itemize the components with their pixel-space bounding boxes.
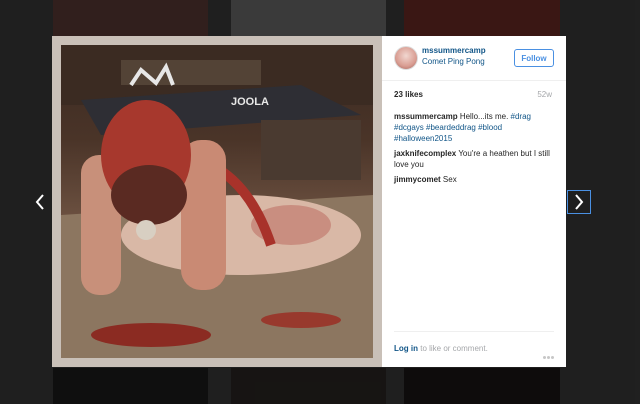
- avatar[interactable]: [394, 46, 418, 70]
- comment-text: Sex: [442, 175, 457, 184]
- chevron-right-icon[interactable]: [567, 190, 591, 214]
- comment-item: mssummercamp Hello...its me. #drag #dcga…: [394, 111, 554, 144]
- hashtag-link[interactable]: #dcgays: [394, 123, 424, 132]
- hashtag-link[interactable]: #beardeddrag: [426, 123, 476, 132]
- likes-count[interactable]: 23 likes: [394, 90, 423, 99]
- post-age[interactable]: 52w: [537, 90, 552, 99]
- login-prompt-text: to like or comment.: [418, 344, 488, 353]
- post-sidebar: mssummercamp Comet Ping Pong Follow 23 l…: [382, 36, 566, 367]
- login-link[interactable]: Log in: [394, 344, 418, 353]
- comment-text: Hello...its me.: [459, 112, 511, 121]
- comment-username[interactable]: jaxknifecomplex: [394, 149, 456, 158]
- post-modal: JOOLA mssummercamp Comet Ping Pong Follo…: [52, 36, 566, 367]
- photo-frame: JOOLA: [52, 36, 382, 367]
- comment-item: jimmycomet Sex: [394, 174, 554, 185]
- comment-item: jaxknifecomplex You're a heathen but I s…: [394, 148, 554, 170]
- comment-username[interactable]: mssummercamp: [394, 112, 458, 121]
- table-sign: JOOLA: [231, 96, 269, 108]
- post-footer: Log in to like or comment.: [394, 331, 554, 359]
- chevron-left-icon[interactable]: [29, 191, 51, 213]
- follow-button[interactable]: Follow: [514, 49, 554, 67]
- comments-list: mssummercamp Hello...its me. #drag #dcga…: [394, 111, 554, 189]
- hashtag-link[interactable]: #blood: [478, 123, 502, 132]
- post-username[interactable]: mssummercamp: [422, 46, 486, 55]
- login-prompt: Log in to like or comment.: [394, 344, 488, 353]
- post-location[interactable]: Comet Ping Pong: [422, 57, 485, 66]
- post-photo[interactable]: JOOLA: [61, 45, 373, 358]
- hashtag-link[interactable]: #drag: [511, 112, 531, 121]
- post-header: mssummercamp Comet Ping Pong Follow: [382, 36, 566, 81]
- more-options-icon[interactable]: [542, 346, 554, 364]
- photo-illustration: JOOLA: [61, 45, 373, 358]
- comment-username[interactable]: jimmycomet: [394, 175, 441, 184]
- hashtag-link[interactable]: #halloween2015: [394, 134, 452, 143]
